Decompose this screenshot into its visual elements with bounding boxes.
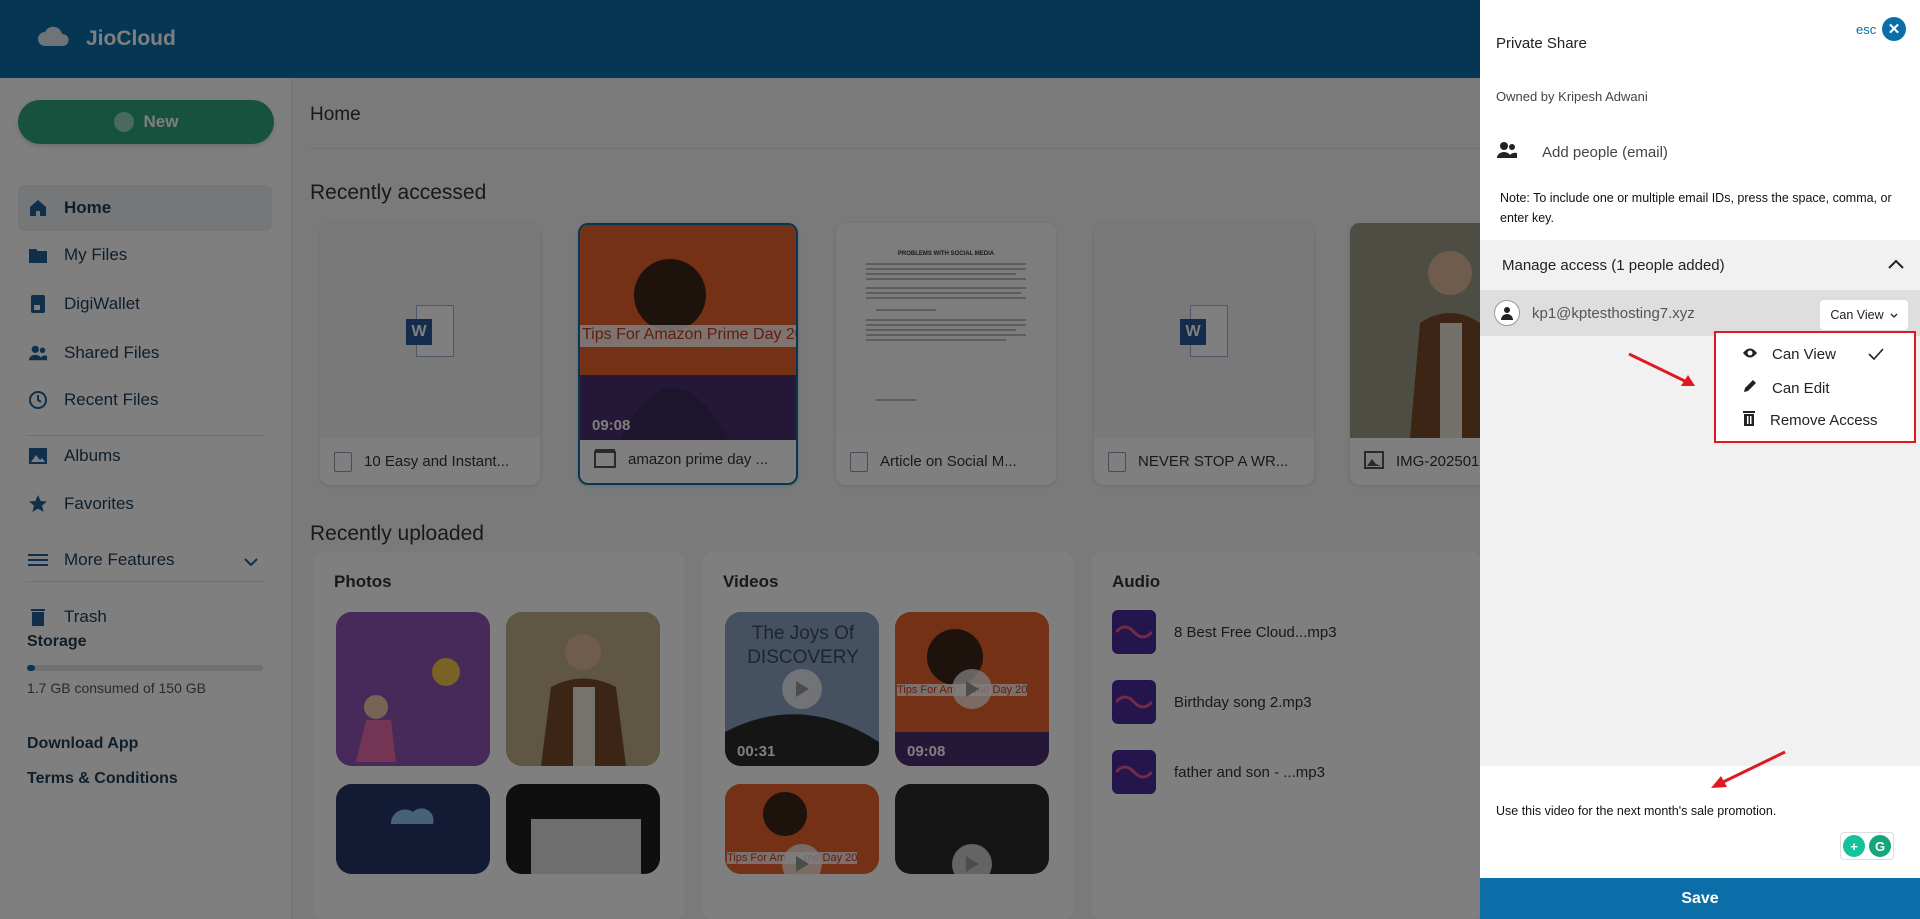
dropdown-item-label: Remove Access <box>1770 411 1878 429</box>
message-text: Use this video for the next month's sale… <box>1496 804 1777 818</box>
close-button[interactable]: ✕ <box>1882 17 1906 41</box>
manage-access-title: Manage access (1 people added) <box>1502 256 1725 274</box>
esc-hint: esc <box>1856 22 1877 37</box>
pencil-icon <box>1742 378 1758 398</box>
manage-access-header[interactable]: Manage access (1 people added) <box>1480 240 1920 290</box>
dropdown-item-can-view[interactable]: Can View <box>1742 346 1836 363</box>
add-people-input[interactable]: Add people (email) <box>1542 144 1668 161</box>
dropdown-item-label: Can Edit <box>1772 379 1830 397</box>
permission-value: Can View <box>1830 308 1884 322</box>
add-people-field[interactable]: Add people (email) <box>1496 141 1668 164</box>
writing-assistant-icons: + G <box>1840 832 1894 860</box>
owner-text: Owned by Kripesh Adwani <box>1496 89 1648 104</box>
people-icon <box>1496 141 1518 164</box>
eye-icon <box>1742 346 1758 363</box>
message-textarea[interactable]: Use this video for the next month's sale… <box>1480 790 1920 878</box>
grammarly-icon[interactable]: G <box>1869 835 1891 857</box>
checkmark-icon <box>1868 347 1884 365</box>
trash-icon <box>1742 410 1756 430</box>
permission-select[interactable]: Can View <box>1820 300 1908 330</box>
lightbulb-icon[interactable]: + <box>1843 835 1865 857</box>
email-note: Note: To include one or multiple email I… <box>1500 191 1892 225</box>
private-share-drawer: esc ✕ Private Share Owned by Kripesh Adw… <box>1480 0 1920 919</box>
dropdown-item-remove-access[interactable]: Remove Access <box>1742 410 1878 430</box>
dropdown-item-label: Can View <box>1772 346 1836 363</box>
save-button[interactable]: Save <box>1480 878 1920 919</box>
avatar <box>1494 300 1520 326</box>
modal-backdrop[interactable] <box>0 0 1480 919</box>
drawer-title: Private Share <box>1496 35 1587 52</box>
chevron-down-icon <box>1890 308 1898 322</box>
permission-dropdown: Can View Can Edit Remove Access <box>1714 331 1916 443</box>
close-icon: ✕ <box>1887 21 1901 38</box>
person-email: kp1@kptesthosting7.xyz <box>1532 304 1695 322</box>
chevron-up-icon <box>1888 256 1904 273</box>
dropdown-item-can-edit[interactable]: Can Edit <box>1742 378 1830 398</box>
